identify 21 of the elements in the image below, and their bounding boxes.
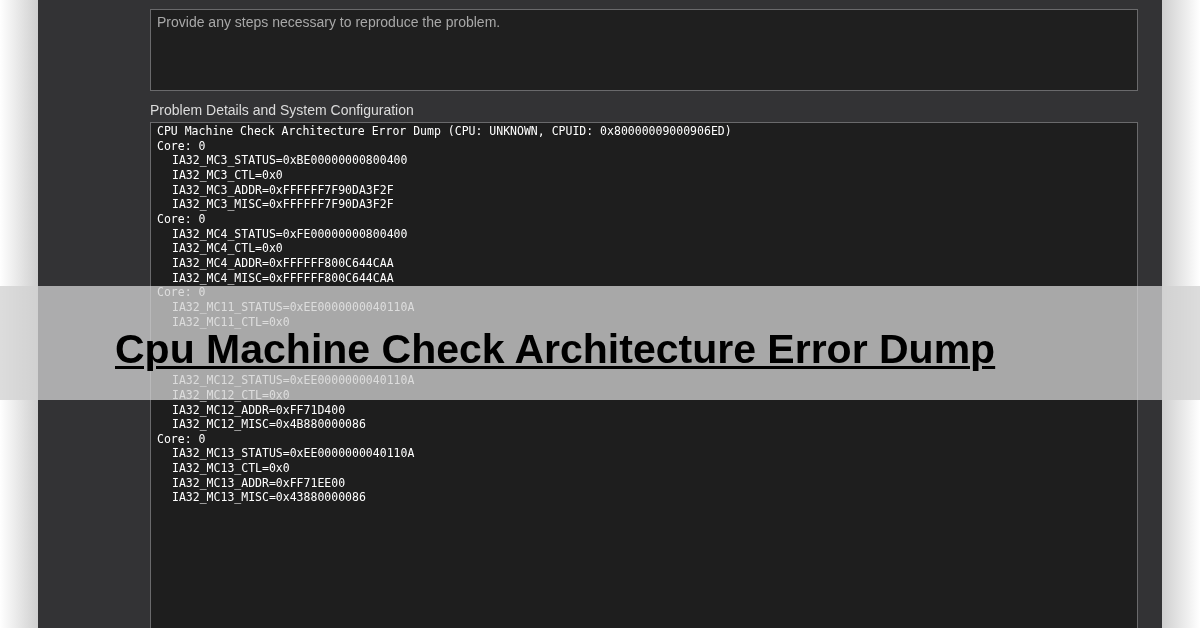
- register-line: IA32_MC13_STATUS=0xEE0000000040110A: [172, 446, 415, 461]
- section-label: Problem Details and System Configuration: [150, 101, 414, 119]
- register-line: IA32_MC3_STATUS=0xBE00000000800400: [172, 153, 408, 168]
- core-line: Core: 0: [157, 211, 206, 226]
- register-line: IA32_MC12_ADDR=0xFF71D400: [172, 402, 346, 417]
- register-line: IA32_MC4_CTL=0x0: [172, 241, 283, 256]
- core-line: Core: 0: [157, 138, 206, 153]
- register-line: IA32_MC13_ADDR=0xFF71EE00: [172, 475, 346, 490]
- register-line: IA32_MC4_MISC=0xFFFFFF800C644CAA: [172, 270, 394, 285]
- log-header-line: CPU Machine Check Architecture Error Dump (CPU: UNKNOWN, CPUID: 0x80000009000906ED): [157, 124, 732, 138]
- register-line: IA32_MC3_MISC=0xFFFFFF7F90DA3F2F: [172, 197, 394, 212]
- register-line: IA32_MC3_CTL=0x0: [172, 167, 283, 182]
- register-line: IA32_MC12_CTL=0x0: [172, 387, 290, 402]
- register-line: IA32_MC13_CTL=0x0: [172, 461, 290, 476]
- register-line: IA32_MC4_STATUS=0xFE00000000800400: [172, 226, 408, 241]
- core-line: Core: 0: [157, 431, 206, 446]
- register-line: IA32_MC4_ADDR=0xFFFFFF800C644CAA: [172, 255, 394, 270]
- register-line: IA32_MC12_MISC=0x4B880000086: [172, 417, 366, 432]
- register-line: IA32_MC13_MISC=0x43880000086: [172, 490, 366, 505]
- register-line: IA32_MC3_ADDR=0xFFFFFF7F90DA3F2F: [172, 182, 394, 197]
- steps-field[interactable]: Provide any steps necessary to reproduce the problem.: [150, 9, 1138, 91]
